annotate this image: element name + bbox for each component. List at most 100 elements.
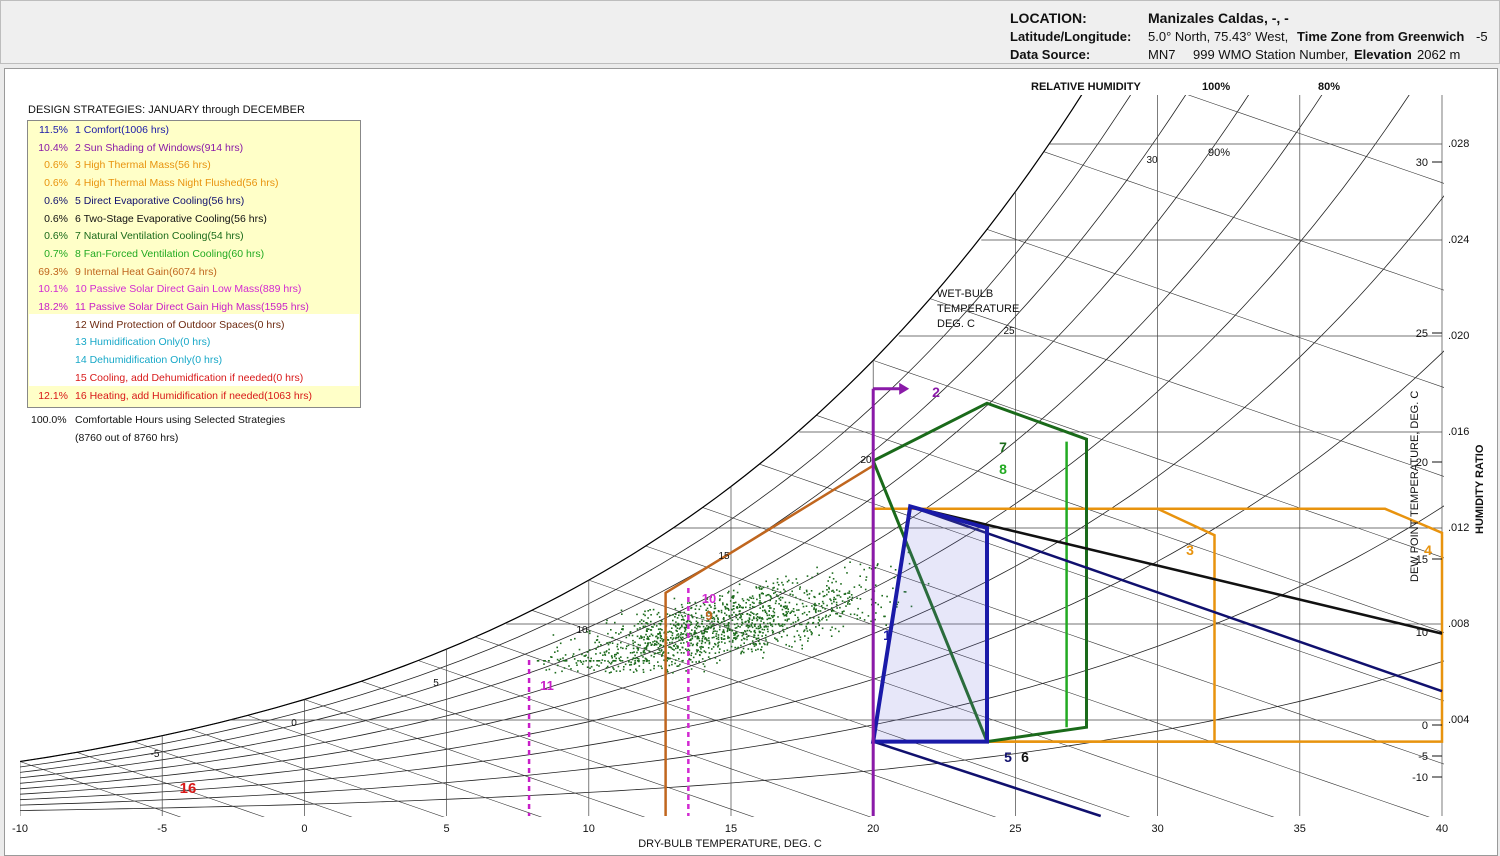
- w-tick-label: .016: [1448, 426, 1469, 438]
- hourly-point: [626, 645, 628, 648]
- hourly-point: [779, 596, 782, 599]
- hourly-point: [615, 657, 617, 660]
- hourly-point: [691, 661, 694, 663]
- hourly-point: [696, 636, 699, 639]
- hourly-point: [705, 638, 708, 640]
- hourly-point: [674, 662, 676, 665]
- zone-label-8: 8: [999, 461, 1007, 477]
- hourly-point: [659, 634, 662, 637]
- hourly-point: [683, 611, 686, 614]
- hourly-point: [670, 647, 673, 649]
- hourly-point: [788, 618, 790, 620]
- hourly-point: [556, 646, 558, 649]
- hourly-point: [649, 609, 651, 611]
- hourly-point: [645, 633, 647, 636]
- hourly-point: [617, 652, 619, 655]
- hourly-point: [611, 655, 613, 657]
- hourly-point: [759, 597, 761, 599]
- zone-label-16: 16: [180, 780, 197, 797]
- legend-item-label: 13 Humidification Only(0 hrs): [75, 336, 211, 349]
- hourly-point: [794, 640, 796, 643]
- legend-item-label: 14 Dehumidification Only(0 hrs): [75, 354, 223, 367]
- hourly-point: [731, 609, 733, 611]
- hourly-point: [717, 644, 720, 647]
- hourly-point: [807, 621, 810, 624]
- hourly-point: [864, 588, 867, 591]
- hourly-point: [731, 619, 734, 621]
- total-label: Comfortable Hours using Selected Strateg…: [75, 414, 286, 426]
- x-tick-label: -10: [12, 823, 28, 835]
- hourly-point: [835, 604, 838, 606]
- hourly-point: [786, 627, 788, 629]
- hourly-point: [713, 611, 715, 614]
- hourly-point: [838, 630, 840, 633]
- hourly-point: [719, 659, 721, 662]
- hourly-point: [607, 643, 610, 646]
- hourly-point: [792, 594, 794, 596]
- hourly-point: [874, 584, 877, 586]
- hourly-point: [848, 596, 851, 598]
- hourly-point: [744, 630, 747, 633]
- w-tick-label: .008: [1448, 618, 1469, 630]
- hourly-point: [581, 653, 583, 656]
- x-tick-label: 20: [867, 823, 879, 835]
- hourly-point: [622, 647, 624, 650]
- hourly-point: [745, 633, 748, 635]
- hourly-point: [690, 642, 692, 645]
- hourly-point: [767, 625, 769, 628]
- hourly-point: [674, 616, 676, 618]
- hourly-point: [698, 608, 701, 611]
- hourly-point: [806, 630, 809, 632]
- hourly-point: [602, 654, 604, 656]
- hourly-point: [782, 628, 784, 631]
- hourly-point: [647, 643, 649, 645]
- hourly-point: [838, 590, 841, 593]
- hourly-point: [659, 639, 662, 642]
- hourly-point: [859, 575, 861, 577]
- hourly-point: [706, 631, 708, 633]
- hourly-point: [770, 624, 772, 626]
- hourly-point: [720, 633, 723, 636]
- hourly-point: [692, 656, 695, 659]
- hourly-point: [755, 643, 757, 645]
- hourly-point: [863, 619, 866, 621]
- legend-item-pct: 12.1%: [38, 389, 68, 402]
- hourly-point: [753, 645, 756, 647]
- hourly-point: [577, 670, 579, 672]
- hourly-point: [704, 630, 707, 633]
- wetbulb-line: [133, 741, 353, 817]
- hourly-point: [799, 638, 802, 641]
- hourly-point: [781, 581, 783, 584]
- hourly-point: [636, 628, 639, 630]
- hourly-point: [726, 624, 728, 627]
- hourly-point: [714, 642, 716, 645]
- hourly-point: [786, 606, 788, 609]
- hourly-point: [743, 642, 745, 644]
- hourly-point: [803, 611, 806, 614]
- hourly-point: [758, 586, 760, 589]
- hourly-point: [704, 628, 707, 631]
- hourly-point: [836, 589, 838, 591]
- hourly-point: [751, 650, 753, 653]
- hourly-point: [668, 646, 670, 648]
- hourly-point: [587, 656, 589, 659]
- hourly-point: [839, 596, 842, 598]
- hourly-point: [881, 594, 883, 597]
- hourly-point: [740, 614, 742, 616]
- hourly-point: [718, 599, 721, 602]
- hourly-point: [716, 630, 718, 633]
- hourly-point: [849, 561, 851, 563]
- hourly-point: [697, 649, 699, 652]
- hourly-point: [732, 597, 734, 599]
- hourly-point: [829, 598, 831, 600]
- hourly-point: [733, 611, 735, 614]
- hourly-point: [677, 624, 680, 626]
- hourly-point: [642, 671, 645, 673]
- hourly-point: [784, 605, 787, 607]
- hourly-point: [839, 606, 841, 609]
- hourly-point: [713, 627, 715, 629]
- hourly-point: [768, 617, 770, 620]
- hourly-point: [598, 641, 601, 644]
- hourly-point: [753, 636, 755, 638]
- hourly-point: [675, 613, 677, 616]
